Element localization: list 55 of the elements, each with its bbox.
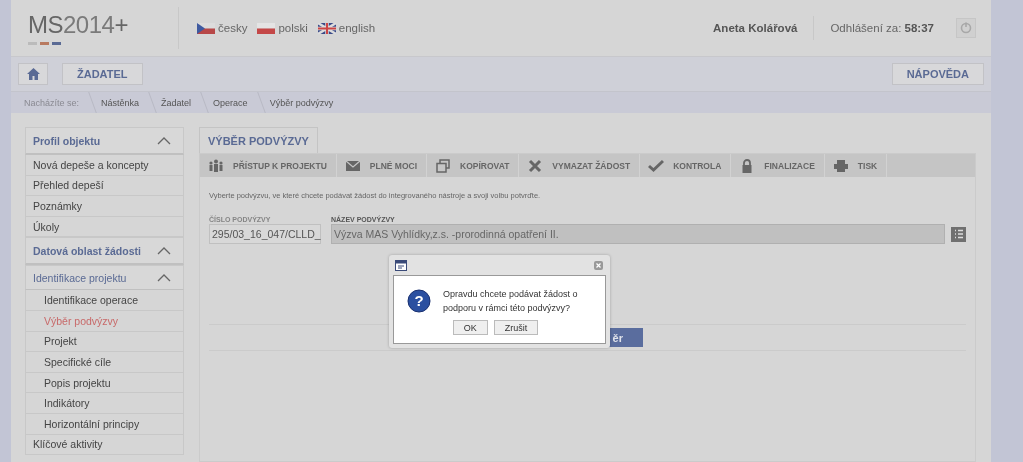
dialog-button[interactable]: Zrušit bbox=[493, 320, 539, 335]
envelope-icon bbox=[344, 158, 361, 173]
close-icon[interactable] bbox=[594, 260, 603, 270]
breadcrumb-link[interactable]: Žadatel bbox=[161, 97, 192, 108]
sidebar-item[interactable]: Poznámky bbox=[25, 196, 184, 217]
sidebar-item[interactable]: Výběr podvýzvy bbox=[25, 310, 184, 332]
flag-icon bbox=[197, 22, 215, 34]
flag-icon bbox=[317, 22, 336, 34]
number-field[interactable]: 295/03_16_047/CLLD_ bbox=[209, 224, 321, 244]
toolbar-button[interactable]: VYMAZAT ŽÁDOST bbox=[519, 154, 641, 177]
dialog-button[interactable]: OK bbox=[452, 320, 488, 335]
sidebar-item[interactable]: Klíčové aktivity bbox=[25, 434, 184, 456]
text-field[interactable]: Výzva MAS Vyhlídky,z.s. -prorodinná opatření II. bbox=[331, 224, 945, 244]
sidebar-item[interactable]: Popis projektu bbox=[25, 372, 184, 394]
people-icon bbox=[208, 158, 224, 173]
logout-timer: Odhlášení za: 58:37 bbox=[830, 22, 934, 34]
language-link[interactable]: česky bbox=[197, 22, 248, 34]
window-icon bbox=[395, 259, 407, 271]
toolbar-button[interactable]: KONTROLA bbox=[640, 154, 732, 177]
sidebar-item[interactable]: Indikátory bbox=[25, 393, 184, 414]
sidebar-item[interactable]: Úkoly bbox=[25, 216, 184, 238]
help-button[interactable]: NÁPOVĚDA bbox=[891, 63, 984, 85]
toolbar-button[interactable]: KOPÍROVAT bbox=[427, 154, 520, 177]
breadcrumb-link[interactable]: Nástěnka bbox=[101, 97, 140, 108]
language-link[interactable]: english bbox=[317, 22, 376, 34]
sidebar-section[interactable]: Profil objektu bbox=[25, 127, 184, 155]
sidebar-item[interactable]: Projekt bbox=[25, 331, 184, 353]
toolbar-button[interactable]: TISK bbox=[824, 154, 888, 177]
question-icon: ? bbox=[407, 289, 431, 313]
copy-icon bbox=[435, 158, 452, 173]
user-name: Aneta Kolářová bbox=[713, 22, 798, 34]
toolbar-button[interactable]: PŘÍSTUP K PROJEKTU bbox=[200, 154, 337, 177]
list-button[interactable] bbox=[951, 226, 966, 242]
home-icon bbox=[26, 68, 40, 80]
toolbar-button[interactable]: FINALIZACE bbox=[731, 154, 825, 177]
breadcrumb-link[interactable]: Výběr podvýzvy bbox=[269, 97, 334, 108]
breadcrumb-link[interactable]: Operace bbox=[213, 97, 248, 108]
cross-icon bbox=[527, 158, 544, 173]
sidebar-item[interactable]: Přehled depeší bbox=[25, 175, 184, 197]
dialog-message: Opravdu chcete podávat žádost o podporu v rámci této podvýzvy? bbox=[443, 288, 579, 315]
logo: MS2014+ bbox=[28, 11, 178, 45]
sidebar-group[interactable]: Identifikace projektu bbox=[25, 265, 184, 291]
sidebar-item[interactable]: Specifické cíle bbox=[25, 352, 184, 373]
toolbar-button[interactable]: PLNÉ MOCI bbox=[336, 154, 428, 177]
checkmark-icon bbox=[648, 158, 665, 173]
home-button[interactable] bbox=[18, 63, 48, 85]
language-link[interactable]: polski bbox=[257, 22, 308, 34]
sidebar-item[interactable]: Horizontální principy bbox=[25, 413, 184, 435]
sidebar-section[interactable]: Datová oblast žádosti bbox=[25, 237, 184, 266]
flag-icon bbox=[257, 22, 276, 34]
nav-button[interactable]: ŽADATEL bbox=[62, 63, 143, 85]
sidebar-item[interactable]: Nová depeše a koncepty bbox=[25, 155, 184, 176]
sidebar-item[interactable]: Identifikace operace bbox=[25, 290, 184, 311]
tab[interactable]: VÝBĚR PODVÝZVY bbox=[199, 127, 318, 153]
breadcrumb-label: Nacházíte se: bbox=[24, 97, 80, 108]
